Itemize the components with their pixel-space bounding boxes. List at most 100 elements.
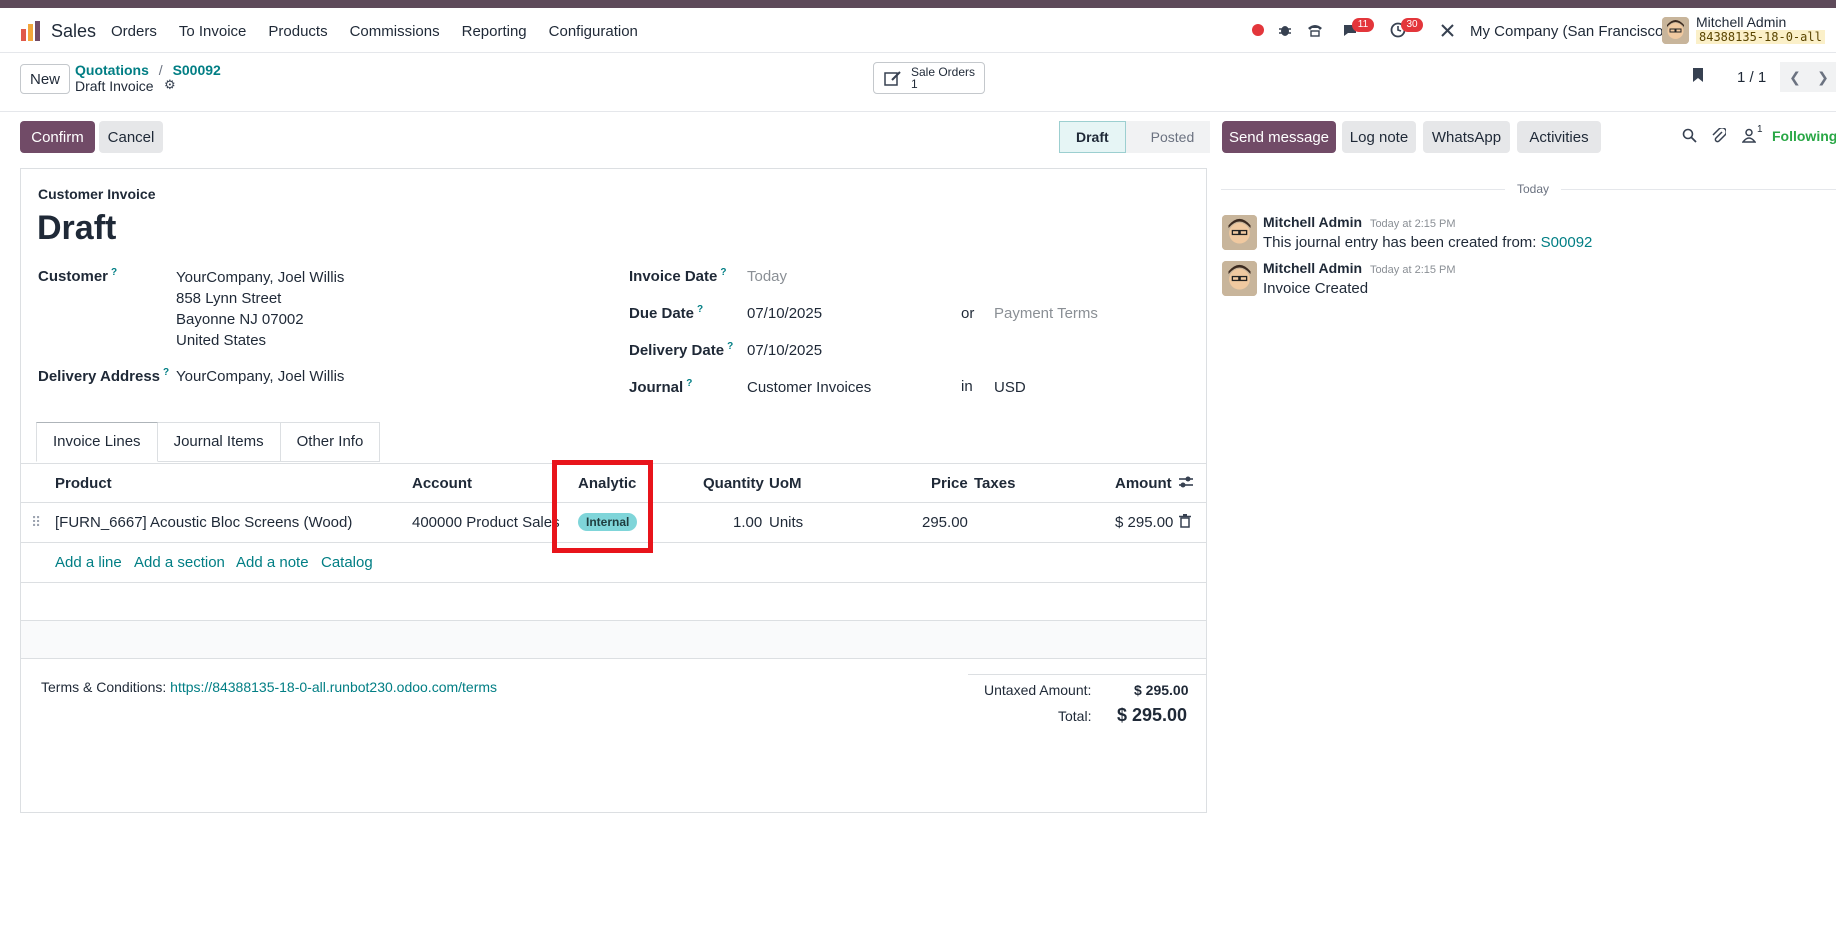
terms-label: Terms & Conditions: bbox=[41, 679, 167, 695]
database-name: 84388135-18-0-all bbox=[1696, 30, 1825, 44]
col-uom[interactable]: UoM bbox=[769, 475, 802, 492]
col-taxes[interactable]: Taxes bbox=[974, 475, 1015, 492]
line-account[interactable]: 400000 Product Sales bbox=[412, 514, 560, 531]
notebook-tabs: Invoice Lines Journal Items Other Info bbox=[36, 422, 381, 462]
phone-icon[interactable] bbox=[1305, 20, 1325, 40]
col-amount[interactable]: Amount bbox=[1115, 475, 1172, 492]
pager-next-icon[interactable]: ❯ bbox=[1810, 62, 1836, 92]
line-uom[interactable]: Units bbox=[769, 514, 803, 531]
menu-commissions[interactable]: Commissions bbox=[350, 23, 440, 40]
add-section-link[interactable]: Add a section bbox=[134, 554, 225, 571]
empty-row bbox=[21, 621, 1206, 659]
menu-products[interactable]: Products bbox=[268, 23, 327, 40]
smart-button-count: 1 bbox=[911, 77, 918, 91]
paperclip-icon[interactable] bbox=[1712, 127, 1727, 147]
cancel-button[interactable]: Cancel bbox=[99, 121, 163, 153]
or-text: or bbox=[961, 305, 975, 322]
tab-other-info[interactable]: Other Info bbox=[280, 422, 381, 462]
record-dot-icon[interactable] bbox=[1248, 20, 1268, 40]
main-menu: Orders To Invoice Products Commissions R… bbox=[111, 23, 638, 40]
sales-app-icon[interactable] bbox=[20, 20, 42, 42]
breadcrumb: Quotations / S00092 bbox=[75, 62, 221, 78]
journal-label: Journal? bbox=[629, 378, 693, 396]
gear-icon[interactable]: ⚙ bbox=[164, 77, 176, 93]
menu-reporting[interactable]: Reporting bbox=[462, 23, 527, 40]
line-product[interactable]: [FURN_6667] Acoustic Bloc Screens (Wood) bbox=[55, 514, 352, 531]
col-price[interactable]: Price bbox=[931, 475, 968, 492]
breadcrumb-order[interactable]: S00092 bbox=[173, 62, 221, 78]
status-posted[interactable]: Posted bbox=[1124, 121, 1211, 153]
in-text: in bbox=[961, 378, 973, 395]
analytic-highlight-box bbox=[552, 460, 653, 553]
line-price[interactable]: 295.00 bbox=[922, 514, 968, 531]
menu-to-invoice[interactable]: To Invoice bbox=[179, 23, 247, 40]
activities-button[interactable]: Activities bbox=[1517, 121, 1601, 153]
col-account[interactable]: Account bbox=[412, 475, 472, 492]
followers-count: 1 bbox=[1757, 124, 1763, 135]
catalog-link[interactable]: Catalog bbox=[321, 554, 373, 571]
sale-orders-smart-button[interactable]: Sale Orders 1 bbox=[873, 62, 985, 94]
bug-icon[interactable] bbox=[1275, 20, 1295, 40]
menu-configuration[interactable]: Configuration bbox=[549, 23, 638, 40]
pager-previous-icon[interactable]: ❮ bbox=[1780, 62, 1810, 92]
line-amount: $ 295.00 bbox=[1115, 514, 1174, 531]
whatsapp-button[interactable]: WhatsApp bbox=[1423, 121, 1510, 153]
add-note-link[interactable]: Add a note bbox=[236, 554, 309, 571]
invoice-date-field[interactable]: Today bbox=[747, 268, 787, 285]
new-button[interactable]: New bbox=[20, 64, 70, 94]
bookmark-icon[interactable] bbox=[1692, 67, 1704, 86]
send-message-button[interactable]: Send message bbox=[1222, 121, 1336, 153]
user-avatar[interactable] bbox=[1662, 17, 1689, 44]
payment-terms-field[interactable]: Payment Terms bbox=[994, 305, 1098, 322]
followers-icon[interactable] bbox=[1741, 128, 1757, 146]
message-body: This journal entry has been created from… bbox=[1263, 234, 1593, 251]
search-icon[interactable] bbox=[1682, 128, 1697, 146]
invoice-type: Customer Invoice bbox=[38, 186, 156, 202]
untaxed-value: $ 295.00 bbox=[1134, 682, 1189, 698]
confirm-button[interactable]: Confirm bbox=[20, 121, 95, 153]
empty-row bbox=[21, 583, 1206, 621]
activities-badge: 30 bbox=[1401, 18, 1423, 32]
log-note-button[interactable]: Log note bbox=[1342, 121, 1416, 153]
due-date-field[interactable]: 07/10/2025 bbox=[747, 305, 822, 322]
company-switcher[interactable]: My Company (San Francisco) bbox=[1470, 23, 1668, 40]
invoice-date-label: Invoice Date? bbox=[629, 267, 727, 285]
tab-journal-items[interactable]: Journal Items bbox=[157, 422, 281, 462]
terms-link[interactable]: https://84388135-18-0-all.runbot230.odoo… bbox=[170, 679, 497, 695]
breadcrumb-separator: / bbox=[158, 62, 163, 78]
journal-field[interactable]: Customer Invoices bbox=[747, 379, 871, 396]
app-name[interactable]: Sales bbox=[51, 21, 96, 42]
breadcrumb-quotations[interactable]: Quotations bbox=[75, 62, 149, 78]
tab-invoice-lines[interactable]: Invoice Lines bbox=[36, 422, 158, 462]
user-name[interactable]: Mitchell Admin bbox=[1696, 14, 1786, 30]
delivery-date-field[interactable]: 07/10/2025 bbox=[747, 342, 822, 359]
message-author[interactable]: Mitchell Admin bbox=[1263, 214, 1362, 230]
message-avatar[interactable] bbox=[1222, 215, 1257, 250]
currency-field[interactable]: USD bbox=[994, 379, 1026, 396]
status-bar: Draft Posted bbox=[1059, 121, 1211, 153]
customer-field[interactable]: YourCompany, Joel Willis 858 Lynn Street… bbox=[176, 267, 344, 351]
record-name: Draft Invoice bbox=[75, 78, 154, 94]
following-button[interactable]: Following bbox=[1772, 128, 1836, 144]
optional-columns-icon[interactable] bbox=[1178, 474, 1194, 494]
trash-icon[interactable] bbox=[1179, 514, 1191, 532]
message-link-order[interactable]: S00092 bbox=[1541, 234, 1593, 251]
add-line-link[interactable]: Add a line bbox=[55, 554, 122, 571]
totals-divider bbox=[968, 674, 1206, 675]
due-date-label: Due Date? bbox=[629, 304, 704, 322]
customer-label: Customer? bbox=[38, 267, 118, 285]
col-product[interactable]: Product bbox=[55, 475, 112, 492]
menu-orders[interactable]: Orders bbox=[111, 23, 157, 40]
messages-badge: 11 bbox=[1352, 18, 1374, 32]
col-quantity[interactable]: Quantity bbox=[703, 475, 764, 492]
drag-handle-icon[interactable]: ⠿ bbox=[31, 514, 41, 531]
pager-value[interactable]: 1 / 1 bbox=[1737, 69, 1766, 86]
tools-icon[interactable] bbox=[1437, 20, 1457, 40]
line-quantity[interactable]: 1.00 bbox=[733, 514, 762, 531]
message-author[interactable]: Mitchell Admin bbox=[1263, 260, 1362, 276]
message-avatar[interactable] bbox=[1222, 261, 1257, 296]
invoice-state-title: Draft bbox=[37, 209, 117, 247]
delivery-address-field[interactable]: YourCompany, Joel Willis bbox=[176, 368, 344, 385]
customer-street: 858 Lynn Street bbox=[176, 290, 282, 307]
status-draft[interactable]: Draft bbox=[1059, 121, 1126, 153]
